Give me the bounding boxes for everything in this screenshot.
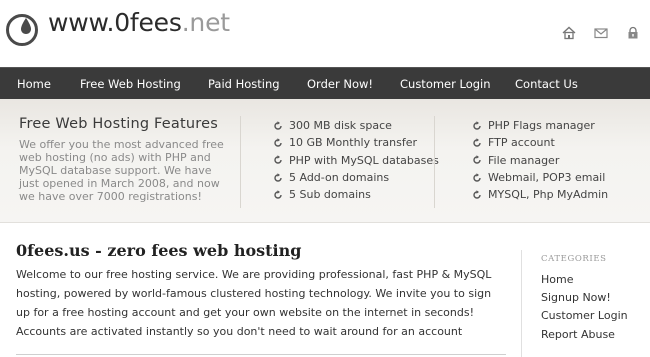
site-header: www.0fees.net: [0, 0, 650, 67]
features-list-a: 300 MB disk space 10 GB Monthly transfer…: [273, 117, 439, 203]
list-item: 300 MB disk space: [273, 117, 439, 134]
list-item: FTP account: [472, 134, 608, 151]
nav-free-web-hosting[interactable]: Free Web Hosting: [80, 77, 181, 91]
divider: [16, 354, 506, 355]
nav-paid-hosting[interactable]: Paid Hosting: [208, 77, 280, 91]
refresh-icon: [274, 120, 282, 130]
sidebar-item-customer-login[interactable]: Customer Login: [541, 309, 628, 327]
refresh-icon: [274, 172, 282, 182]
header-icons: [562, 25, 640, 40]
features-list-b: PHP Flags manager FTP account File manag…: [472, 117, 608, 203]
sidebar-item-home[interactable]: Home: [541, 273, 628, 291]
sidebar-item-signup[interactable]: Signup Now!: [541, 291, 628, 309]
lock-icon[interactable]: [626, 25, 640, 39]
sidebar-categories: Home Signup Now! Customer Login Report A…: [541, 273, 628, 346]
features-description: We offer you the most advanced free web …: [19, 138, 224, 203]
nav-home[interactable]: Home: [17, 77, 51, 91]
site-name: www.0fees: [48, 8, 182, 37]
features-band: Free Web Hosting Features We offer you t…: [0, 99, 650, 223]
nav-order-now[interactable]: Order Now!: [307, 77, 373, 91]
divider: [240, 116, 241, 208]
site-tld: .net: [181, 8, 230, 37]
intro-paragraph: Welcome to our free hosting service. We …: [16, 268, 492, 338]
list-item: MYSQL, Php MyAdmin: [472, 186, 608, 203]
refresh-icon: [274, 155, 282, 164]
list-item: PHP with MySQL databases: [273, 152, 439, 169]
page-title: 0fees.us - zero fees web hosting: [16, 241, 302, 260]
list-item: File manager: [472, 152, 608, 169]
refresh-icon: [473, 190, 481, 199]
home-icon[interactable]: [562, 25, 576, 40]
nav-customer-login[interactable]: Customer Login: [400, 77, 491, 91]
sidebar-item-report-abuse[interactable]: Report Abuse: [541, 328, 628, 346]
main-nav: Home Free Web Hosting Paid Hosting Order…: [0, 67, 650, 99]
mail-icon[interactable]: [594, 25, 608, 39]
refresh-icon: [473, 172, 481, 182]
logo-icon[interactable]: [5, 12, 39, 46]
list-item: PHP Flags manager: [472, 117, 608, 134]
sidebar-divider: [521, 250, 522, 357]
refresh-icon: [473, 138, 481, 147]
site-title[interactable]: www.0fees.net: [48, 8, 230, 37]
refresh-icon: [274, 138, 282, 147]
nav-contact-us[interactable]: Contact Us: [515, 77, 578, 91]
list-item: 5 Sub domains: [273, 186, 439, 203]
divider: [434, 116, 435, 208]
list-item: 5 Add-on domains: [273, 169, 439, 186]
features-title: Free Web Hosting Features: [19, 116, 218, 132]
refresh-icon: [473, 155, 481, 164]
list-item: 10 GB Monthly transfer: [273, 134, 439, 151]
refresh-icon: [473, 120, 481, 130]
list-item: Webmail, POP3 email: [472, 169, 608, 186]
refresh-icon: [274, 190, 282, 199]
sidebar-heading: CATEGORIES: [541, 254, 607, 264]
